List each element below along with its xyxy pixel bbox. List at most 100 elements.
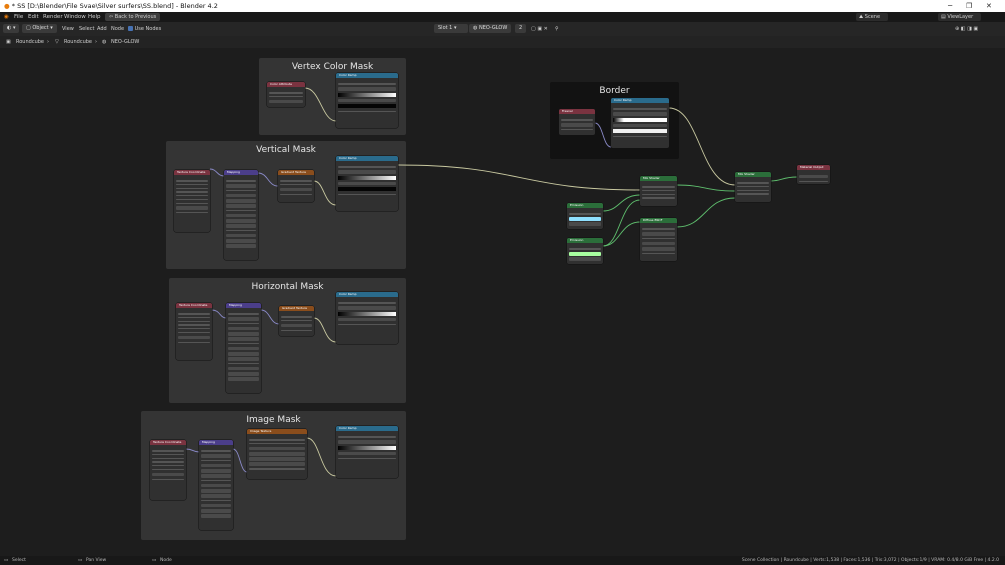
window-title: * SS [D:\Blender\File Svae\Silver surfer… [11, 2, 218, 10]
wire [185, 448, 200, 453]
node-header: Gradient Texture [279, 306, 314, 311]
material-user-count[interactable]: 2 [515, 24, 527, 33]
node-header: Emission [567, 238, 603, 243]
node-header: Texture Coordinate [174, 170, 210, 175]
node-header: Texture Coordinate [150, 440, 186, 445]
checkbox-checked-icon [128, 26, 133, 31]
node-color-ramp[interactable]: Color Ramp [336, 292, 398, 344]
node-canvas[interactable]: Vertex Color Mask Vertical Mask Horizont… [0, 48, 1005, 556]
node-image-texture[interactable]: Image Texture [247, 429, 307, 479]
top-menubar: ◉ File Edit Render Window Help ⇦ Back to… [0, 12, 1005, 22]
color-ramp-gradient[interactable] [613, 117, 667, 122]
color-ramp-gradient[interactable] [338, 175, 396, 180]
window-titlebar: ● * SS [D:\Blender\File Svae\Silver surf… [0, 0, 1005, 12]
menu-edit[interactable]: Edit [28, 12, 39, 22]
wire [306, 437, 337, 477]
node-header: Color Attribute [267, 82, 305, 87]
menu-add[interactable]: Add [97, 22, 107, 36]
node-color-attribute[interactable]: Color Attribute [267, 82, 305, 107]
node-header: Image Texture [247, 429, 307, 434]
node-header: Fresnel [559, 109, 595, 114]
node-editor-header: ◐ ▾ ▢ Object ▾ View Select Add Node Use … [0, 22, 1005, 36]
pin-icon[interactable]: ⚲ [555, 22, 559, 36]
wire [397, 164, 641, 191]
node-header: Mapping [226, 303, 261, 308]
node-texture-coordinate[interactable]: Texture Coordinate [174, 170, 210, 232]
mouse-middle-icon: ▭ [78, 558, 83, 563]
wire [304, 87, 337, 122]
node-mix-shader[interactable]: Mix Shader [735, 172, 771, 202]
node-header: Mapping [199, 440, 233, 445]
mouse-left-icon: ▭ [4, 558, 9, 563]
node-mapping[interactable]: Mapping [199, 440, 233, 530]
menu-render[interactable]: Render [43, 12, 63, 22]
wire [313, 180, 337, 206]
wire [260, 309, 280, 325]
node-color-ramp[interactable]: Color Ramp [336, 156, 398, 211]
chevron-right-icon: › [47, 39, 49, 45]
scene-selector[interactable]: ⛰ Scene [856, 13, 889, 21]
menu-help[interactable]: Help [88, 12, 101, 22]
menu-window[interactable]: Window [64, 12, 86, 22]
breadcrumb-mesh[interactable]: Roundcube [64, 36, 92, 48]
breadcrumb-object[interactable]: Roundcube [16, 36, 44, 48]
node-mix-shader[interactable]: Mix Shader [640, 176, 677, 206]
object-mode-dropdown[interactable]: ▢ Object ▾ [22, 24, 57, 33]
wire [668, 107, 736, 186]
object-icon: ▣ [6, 39, 11, 45]
fake-user-icon[interactable]: ▢ ▣ ✕ [531, 22, 548, 36]
wire [594, 122, 612, 148]
node-header: Mapping [224, 170, 258, 175]
menu-view[interactable]: View [62, 22, 74, 36]
slot-dropdown[interactable]: Slot 1 ▾ [434, 24, 468, 33]
node-fresnel[interactable]: Fresnel [559, 109, 595, 135]
node-color-ramp[interactable]: Color Ramp [611, 98, 669, 148]
breadcrumb-material[interactable]: NEO-GLOW [111, 36, 139, 48]
wire [313, 317, 337, 343]
wire [602, 221, 641, 247]
node-emission[interactable]: Emission [567, 238, 603, 264]
node-gradient-texture[interactable]: Gradient Texture [279, 306, 314, 336]
color-ramp-gradient[interactable] [338, 445, 396, 450]
node-header: Texture Coordinate [176, 303, 212, 308]
node-header: Mix Shader [735, 172, 771, 177]
back-to-previous-button[interactable]: ⇦ Back to Previous [105, 13, 161, 21]
mesh-icon: ▽ [55, 39, 59, 45]
menu-file[interactable]: File [14, 12, 23, 22]
view-layer-selector[interactable]: ▤ ViewLayer [938, 13, 982, 21]
menu-node[interactable]: Node [111, 22, 124, 36]
menu-select[interactable]: Select [79, 22, 94, 36]
use-nodes-checkbox[interactable]: Use Nodes [128, 22, 161, 36]
node-material-output[interactable]: Material Output [797, 165, 830, 184]
node-color-ramp[interactable]: Color Ramp [336, 73, 398, 128]
wire [257, 172, 279, 187]
node-emission[interactable]: Emission [567, 203, 603, 229]
node-header: Color Ramp [336, 292, 398, 297]
wire [232, 448, 248, 473]
material-selector[interactable]: ◍ NEO-GLOW [469, 24, 512, 33]
node-color-ramp[interactable]: Color Ramp [336, 426, 398, 478]
node-diffuse-bsdf[interactable]: Diffuse BSDF [640, 218, 677, 261]
maximize-icon[interactable]: ❐ [966, 0, 972, 12]
editor-type-button[interactable]: ◐ ▾ [3, 24, 20, 33]
status-select: Select [12, 558, 26, 563]
node-mapping[interactable]: Mapping [224, 170, 258, 260]
minimize-icon[interactable]: ─ [948, 0, 952, 12]
node-header: Emission [567, 203, 603, 208]
material-icon: ◍ [102, 39, 107, 45]
node-gradient-texture[interactable]: Gradient Texture [278, 170, 314, 202]
node-header: Color Ramp [336, 426, 398, 431]
color-ramp-gradient[interactable] [338, 311, 396, 316]
blender-menu-icon[interactable]: ◉ [4, 12, 9, 22]
chevron-right-icon: › [95, 39, 97, 45]
mouse-right-icon: ▭ [152, 558, 157, 563]
wire [209, 168, 225, 177]
node-texture-coordinate[interactable]: Texture Coordinate [176, 303, 212, 360]
overlay-icons[interactable]: ⊕ ◧ ◨ ▣ [955, 22, 978, 36]
node-texture-coordinate[interactable]: Texture Coordinate [150, 440, 186, 500]
node-header: Color Ramp [336, 156, 398, 161]
close-icon[interactable]: ✕ [986, 0, 992, 12]
node-header: Gradient Texture [278, 170, 314, 175]
color-ramp-gradient[interactable] [338, 92, 396, 97]
node-mapping[interactable]: Mapping [226, 303, 261, 393]
